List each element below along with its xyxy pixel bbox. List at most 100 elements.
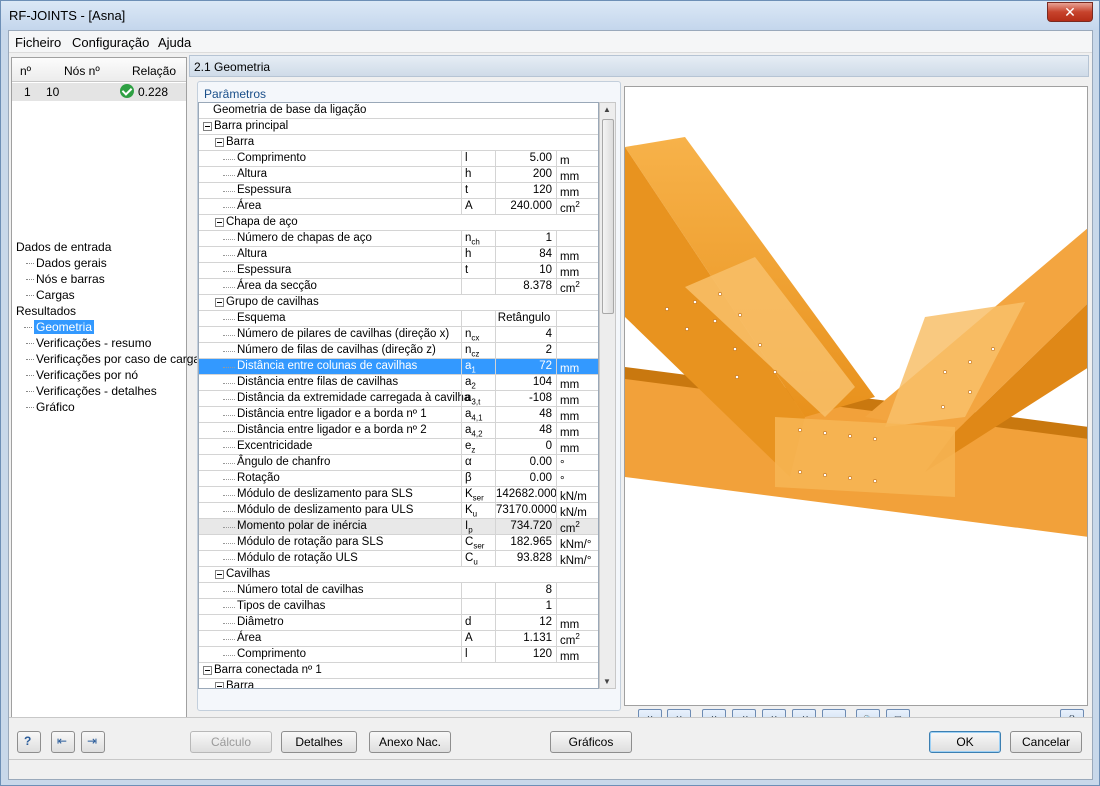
collapse-icon[interactable] [215, 298, 224, 307]
param-row[interactable]: Barra [199, 135, 598, 151]
param-row[interactable]: Módulo de deslizamento para ULS Ku 73170.0… [199, 503, 598, 519]
param-row[interactable]: Chapa de aço [199, 215, 598, 231]
collapse-icon[interactable] [215, 682, 224, 688]
param-value[interactable]: 1 [495, 599, 556, 615]
param-value[interactable]: -108 [495, 391, 556, 407]
param-row[interactable]: Distância entre filas de cavilhas a2 104 mm [199, 375, 598, 391]
param-row[interactable]: Módulo de rotação ULS Cu 93.828 kNm/° [199, 551, 598, 567]
param-value[interactable]: 1.131 [495, 631, 556, 647]
param-row[interactable]: Altura h 200 mm [199, 167, 598, 183]
param-value[interactable]: 120 [495, 647, 556, 663]
col-no[interactable]: nº [20, 64, 31, 78]
param-row[interactable]: Espessura t 10 mm [199, 263, 598, 279]
param-value[interactable]: 72 [495, 359, 556, 375]
param-row[interactable]: Número de pilares de cavilhas (direção x… [199, 327, 598, 343]
collapse-icon[interactable] [215, 570, 224, 579]
param-row[interactable]: Área A 1.131 cm2 [199, 631, 598, 647]
param-row[interactable]: Momento polar de inércia Ip 734.720 cm2 [199, 519, 598, 535]
param-value[interactable]: 0 [495, 439, 556, 455]
param-row[interactable]: Altura h 84 mm [199, 247, 598, 263]
param-row[interactable]: Excentricidade ez 0 mm [199, 439, 598, 455]
param-value[interactable]: 104 [495, 375, 556, 391]
param-row[interactable]: Esquema Retângulo [199, 311, 598, 327]
cancel-button[interactable]: Cancelar [1010, 731, 1082, 753]
collapse-icon[interactable] [215, 218, 224, 227]
param-row[interactable]: Barra [199, 679, 598, 688]
param-row[interactable]: Rotação β 0.00 ° [199, 471, 598, 487]
param-row[interactable]: Barra principal [199, 119, 598, 135]
param-row[interactable]: Distância entre colunas de cavilhas a1 72 m… [199, 359, 598, 375]
national-annex-button[interactable]: Anexo Nac. [369, 731, 451, 753]
tree-item-checks-summary[interactable]: Verificações - resumo [25, 336, 151, 350]
param-value[interactable]: 73170.0000 [495, 503, 556, 519]
param-row[interactable]: Ângulo de chanfro α 0.00 ° [199, 455, 598, 471]
param-value[interactable]: 2 [495, 343, 556, 359]
tree-item-checks-by-loadcase[interactable]: Verificações por caso de carga [25, 352, 200, 366]
param-value[interactable]: 93.828 [495, 551, 556, 567]
import-button[interactable]: ⇤ [51, 731, 75, 753]
param-row[interactable]: Tipos de cavilhas 1 [199, 599, 598, 615]
param-value[interactable]: 48 [495, 407, 556, 423]
scroll-thumb[interactable] [602, 119, 614, 314]
tree-item-graphic[interactable]: Gráfico [26, 400, 75, 414]
help-button[interactable]: ? [17, 731, 41, 753]
col-ratio[interactable]: Relação [132, 64, 176, 78]
param-row[interactable]: Módulo de deslizamento para SLS Kser 14268… [199, 487, 598, 503]
scroll-up-icon[interactable]: ▲ [603, 105, 611, 114]
param-row[interactable]: Grupo de cavilhas [199, 295, 598, 311]
tree-item-loads[interactable]: Cargas [26, 288, 75, 302]
param-row[interactable]: Espessura t 120 mm [199, 183, 598, 199]
ok-button[interactable]: OK [929, 731, 1001, 753]
param-row[interactable]: Diâmetro d 12 mm [199, 615, 598, 631]
tree-item-general-data[interactable]: Dados gerais [26, 256, 107, 270]
tree-item-geometry[interactable]: Geometria [23, 320, 95, 334]
param-row[interactable]: Comprimento l 120 mm [199, 647, 598, 663]
tree-item-nodes-members[interactable]: Nós e barras [26, 272, 105, 286]
graphics-button[interactable]: Gráficos [550, 731, 632, 753]
param-row[interactable]: Distância entre ligador e a borda nº 1 a4… [199, 407, 598, 423]
vertical-scrollbar[interactable]: ▲ ▼ [599, 102, 616, 689]
param-row[interactable]: Número total de cavilhas 8 [199, 583, 598, 599]
param-row[interactable]: Geometria de base da ligação [199, 103, 598, 119]
param-row[interactable]: Área A 240.000 cm2 [199, 199, 598, 215]
param-row[interactable]: Cavilhas [199, 567, 598, 583]
param-value[interactable]: 142682.000 [495, 487, 556, 503]
param-value[interactable]: 84 [495, 247, 556, 263]
calculation-button[interactable]: Cálculo [190, 731, 272, 753]
param-value[interactable]: 12 [495, 615, 556, 631]
param-row[interactable]: Distância entre ligador e a borda nº 2 a4… [199, 423, 598, 439]
param-value[interactable]: 0.00 [495, 471, 556, 487]
collapse-icon[interactable] [203, 122, 212, 131]
param-value[interactable]: 120 [495, 183, 556, 199]
menu-configuracao[interactable]: Configuração [72, 35, 149, 50]
param-value[interactable]: Retângulo [495, 311, 556, 327]
param-row[interactable]: Comprimento l 5.00 m [199, 151, 598, 167]
tree-item-checks-details[interactable]: Verificações - detalhes [26, 384, 157, 398]
tree-group-results[interactable]: Resultados [16, 304, 76, 318]
param-value[interactable]: 0.00 [495, 455, 556, 471]
table-row[interactable]: 1 10 0.228 [12, 83, 186, 101]
param-value[interactable]: 1 [495, 231, 556, 247]
menu-ajuda[interactable]: Ajuda [158, 35, 191, 50]
param-value[interactable]: 240.000 [495, 199, 556, 215]
tree-item-checks-by-node[interactable]: Verificações por nó [25, 368, 138, 382]
param-row[interactable]: Área da secção 8.378 cm2 [199, 279, 598, 295]
param-value[interactable]: 734.720 [495, 519, 556, 535]
param-row[interactable]: Módulo de rotação para SLS Cser 182.965 kNm… [199, 535, 598, 551]
param-row[interactable]: Barra conectada nº 1 [199, 663, 598, 679]
param-row[interactable]: Número de filas de cavilhas (direção z) n… [199, 343, 598, 359]
param-value[interactable]: 8.378 [495, 279, 556, 295]
details-button[interactable]: Detalhes [281, 731, 357, 753]
scroll-down-icon[interactable]: ▼ [603, 677, 611, 686]
col-node[interactable]: Nós nº [64, 64, 100, 78]
param-value[interactable]: 200 [495, 167, 556, 183]
param-value[interactable]: 48 [495, 423, 556, 439]
param-value[interactable]: 182.965 [495, 535, 556, 551]
menu-ficheiro[interactable]: Ficheiro [15, 35, 61, 50]
param-value[interactable]: 5.00 [495, 151, 556, 167]
3d-viewport[interactable] [624, 86, 1088, 706]
export-button[interactable]: ⇥ [81, 731, 105, 753]
param-row[interactable]: Número de chapas de aço nch 1 [199, 231, 598, 247]
close-button[interactable]: ✕ [1047, 2, 1093, 22]
param-value[interactable]: 10 [495, 263, 556, 279]
